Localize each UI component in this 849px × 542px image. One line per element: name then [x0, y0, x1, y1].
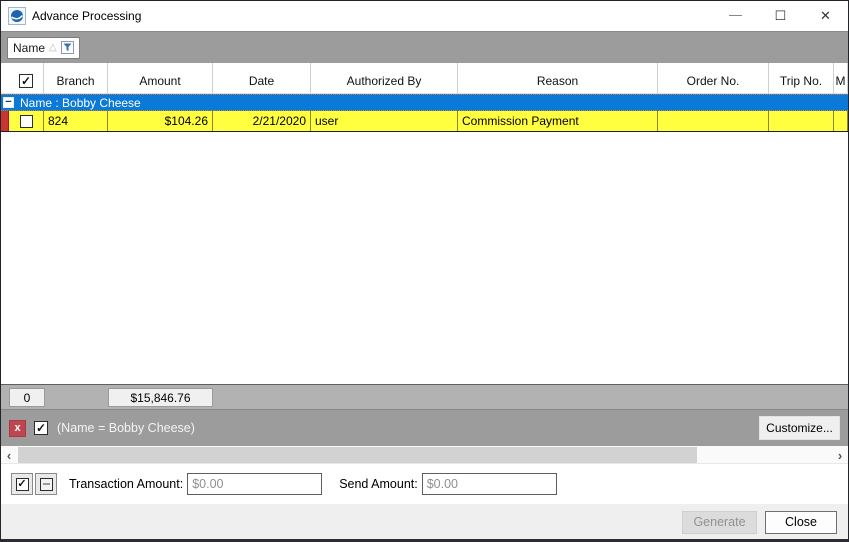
column-header-authorized-by[interactable]: Authorized By	[311, 63, 458, 93]
group-by-name-chip[interactable]: Name △	[7, 37, 80, 59]
group-row-label: Name : Bobby Cheese	[20, 96, 141, 110]
column-header-memo-cut[interactable]: M	[834, 63, 848, 93]
cell-reason: Commission Payment	[458, 111, 658, 131]
grid-empty-area	[1, 132, 848, 384]
transaction-amount-label: Transaction Amount:	[69, 477, 183, 491]
app-icon	[8, 7, 26, 25]
column-header-branch[interactable]: Branch	[44, 63, 108, 93]
row-checkbox-unchecked[interactable]	[20, 115, 33, 128]
filter-bar: x ✓ (Name = Bobby Cheese) Customize...	[1, 410, 848, 446]
cell-memo	[834, 111, 848, 131]
filter-icon[interactable]	[61, 41, 74, 54]
column-header-trip-no[interactable]: Trip No.	[769, 63, 834, 93]
summary-amount-total: $15,846.76	[108, 388, 213, 407]
summary-count: 0	[9, 388, 45, 407]
table-row[interactable]: 824 $104.26 2/21/2020 user Commission Pa…	[1, 111, 848, 132]
transaction-amount-input[interactable]	[187, 473, 322, 495]
title-bar: Advance Processing — ☐ ✕	[1, 1, 848, 31]
uncheck-all-button[interactable]	[35, 473, 57, 495]
collapse-group-icon[interactable]: −	[3, 97, 14, 108]
column-header-amount[interactable]: Amount	[108, 63, 213, 93]
group-row-bobby-cheese[interactable]: − Name : Bobby Cheese	[1, 94, 848, 111]
summary-row: 0 $15,846.76	[1, 384, 848, 410]
scroll-left-arrow-icon[interactable]: ‹	[1, 446, 17, 464]
cell-order-no	[658, 111, 769, 131]
check-all-button[interactable]: ✓	[11, 473, 33, 495]
cell-trip-no	[769, 111, 834, 131]
checked-box-icon: ✓	[16, 478, 29, 491]
minimize-button[interactable]: —	[713, 1, 758, 31]
grid-header-row: ✓ Branch Amount Date Authorized By Reaso…	[1, 63, 848, 94]
sort-ascending-icon: △	[49, 42, 57, 53]
column-header-order-no[interactable]: Order No.	[658, 63, 769, 93]
group-by-bar: Name △	[1, 31, 848, 63]
footer-panel: ✓ Transaction Amount: Send Amount:	[1, 464, 848, 504]
window-title: Advance Processing	[32, 9, 141, 23]
active-filter-text: (Name = Bobby Cheese)	[57, 421, 195, 435]
cell-authorized-by: user	[311, 111, 458, 131]
row-indicator-header	[1, 63, 9, 93]
column-header-reason[interactable]: Reason	[458, 63, 658, 93]
row-checkbox-cell[interactable]	[9, 111, 44, 131]
bottom-button-bar: Generate Close	[1, 504, 848, 540]
generate-button[interactable]: Generate	[682, 511, 757, 534]
cell-amount: $104.26	[108, 111, 213, 131]
send-amount-input[interactable]	[422, 473, 557, 495]
cell-branch: 824	[44, 111, 108, 131]
filter-enabled-checkbox[interactable]: ✓	[34, 421, 48, 435]
customize-button[interactable]: Customize...	[759, 416, 840, 440]
group-field-label: Name	[13, 41, 45, 55]
close-button[interactable]: Close	[765, 511, 837, 534]
select-all-header[interactable]: ✓	[9, 63, 44, 93]
close-window-button[interactable]: ✕	[803, 1, 848, 31]
window-controls: — ☐ ✕	[713, 1, 848, 31]
cell-date: 2/21/2020	[213, 111, 311, 131]
scroll-right-arrow-icon[interactable]: ›	[832, 446, 848, 464]
advance-processing-window: Advance Processing — ☐ ✕ Name △ ✓ Branch…	[0, 0, 849, 542]
column-header-date[interactable]: Date	[213, 63, 311, 93]
unchecked-box-icon	[40, 478, 53, 491]
scrollbar-thumb[interactable]	[18, 447, 697, 463]
horizontal-scrollbar[interactable]: ‹ ›	[1, 446, 848, 464]
send-amount-label: Send Amount:	[339, 477, 418, 491]
row-indicator	[1, 111, 9, 131]
remove-filter-button[interactable]: x	[9, 420, 26, 437]
header-checkbox-checked[interactable]: ✓	[19, 74, 33, 88]
maximize-button[interactable]: ☐	[758, 1, 803, 31]
